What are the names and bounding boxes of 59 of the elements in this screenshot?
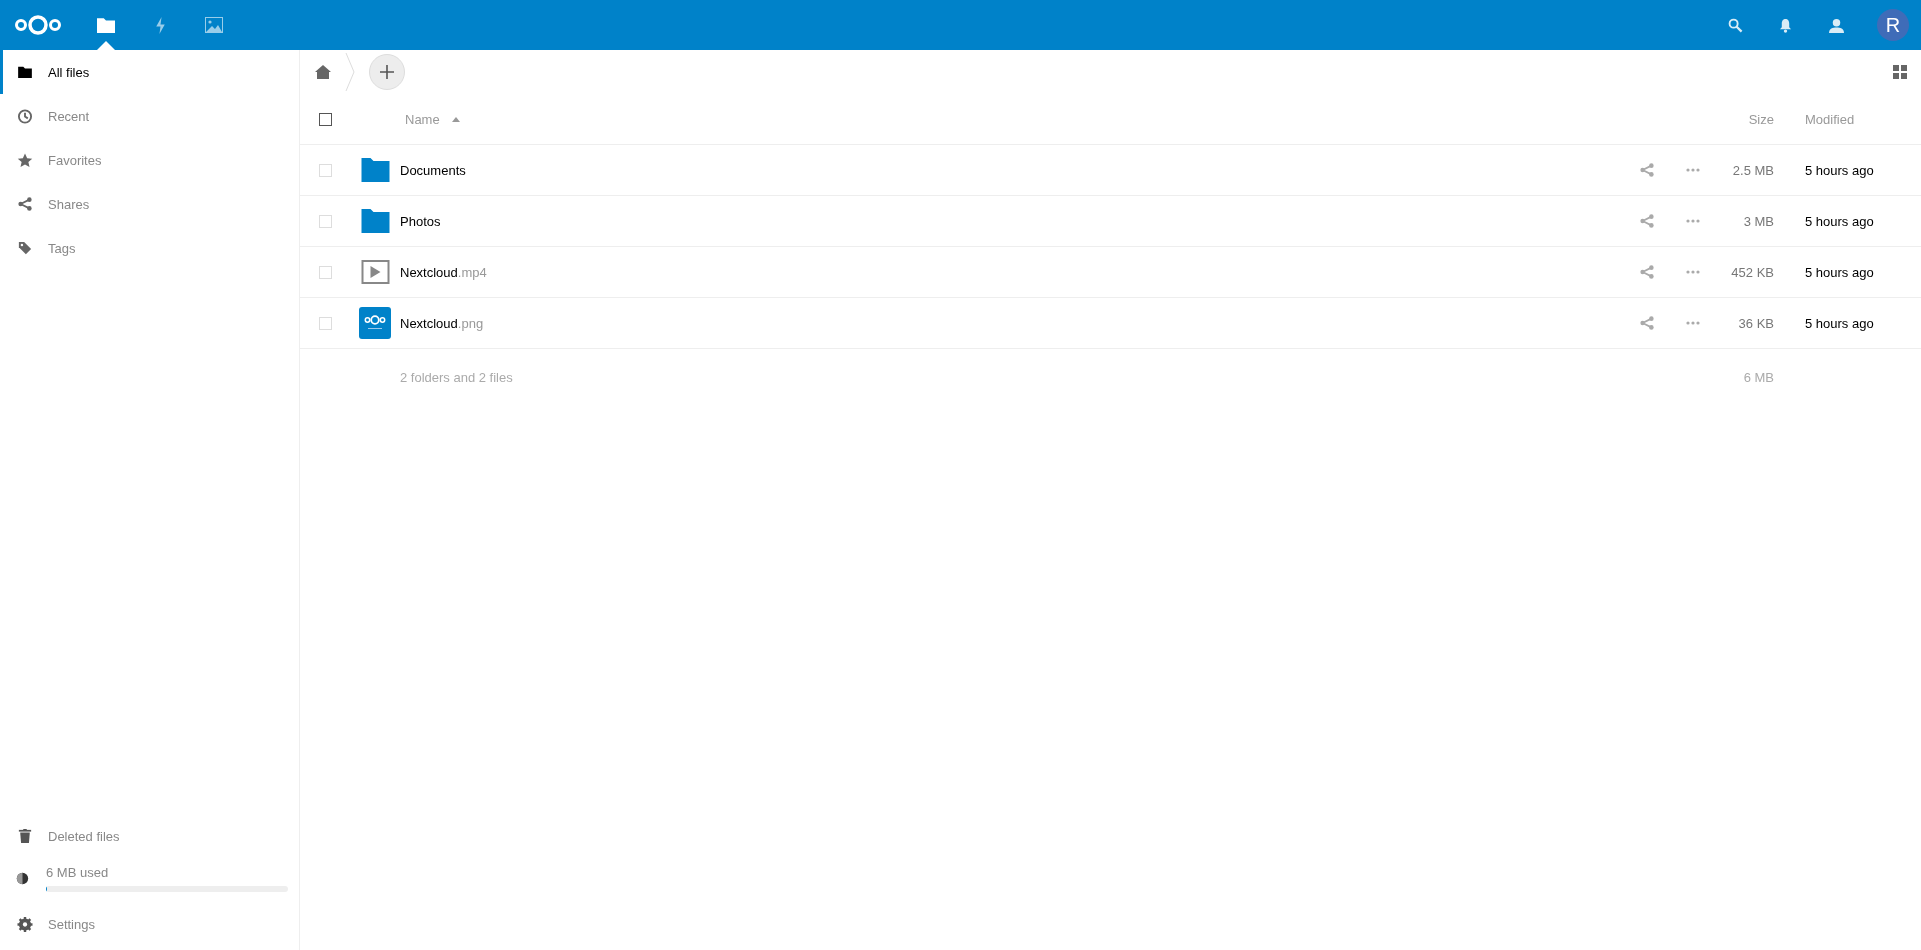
tag-icon[interactable]	[17, 241, 33, 255]
name-column-header[interactable]: Name	[405, 111, 440, 127]
share-icon[interactable]	[17, 197, 33, 211]
file-size: 452 KB	[1731, 264, 1774, 280]
image-thumbnail-icon	[359, 307, 391, 339]
file-name[interactable]: Nextcloud.png	[400, 315, 484, 331]
modified-time: 5 hours ago	[1805, 264, 1874, 280]
video-file-icon	[360, 260, 390, 284]
modified-time: 5 hours ago	[1805, 162, 1874, 178]
breadcrumb-separator-icon	[345, 52, 355, 92]
image-icon[interactable]	[205, 17, 223, 33]
folder-icon	[360, 209, 390, 233]
sort-ascending-icon	[451, 116, 460, 122]
more-options-icon[interactable]	[1686, 270, 1700, 274]
pie-chart-icon	[16, 871, 29, 885]
sidebar-item[interactable]: Favorites	[0, 138, 299, 182]
settings-icon[interactable]	[17, 916, 33, 932]
more-options-icon[interactable]	[1686, 168, 1700, 172]
modified-time: 5 hours ago	[1805, 213, 1874, 229]
home-icon[interactable]	[315, 65, 331, 79]
sidebar-item[interactable]: Recent	[0, 94, 299, 138]
total-size: 6 MB	[1743, 369, 1774, 385]
new-button[interactable]	[369, 54, 405, 90]
folder-icon	[360, 158, 390, 182]
user-avatar[interactable]: R	[1877, 9, 1909, 41]
search-icon[interactable]	[1728, 17, 1743, 33]
file-name[interactable]: Photos	[400, 213, 441, 229]
summary-text: 2 folders and 2 files	[400, 369, 513, 385]
size-column-header[interactable]: Size	[1748, 111, 1774, 127]
quota-text: 6 MB used	[46, 864, 110, 880]
logo-icon[interactable]	[13, 13, 63, 37]
modified-time: 5 hours ago	[1805, 315, 1874, 331]
contacts-icon[interactable]	[1828, 17, 1845, 33]
file-name[interactable]: Nextcloud.mp4	[400, 264, 487, 280]
sidebar-item[interactable]: Tags	[0, 226, 299, 270]
deleted-files-link[interactable]: Deleted files	[0, 814, 299, 858]
row-checkbox[interactable]	[318, 163, 332, 177]
settings-link[interactable]: Settings	[0, 902, 299, 946]
row-checkbox[interactable]	[318, 265, 332, 279]
clock-icon[interactable]	[17, 108, 33, 124]
plus-icon[interactable]	[380, 65, 394, 79]
row-checkbox[interactable]	[318, 316, 332, 330]
star-icon[interactable]	[17, 152, 33, 168]
trash-icon[interactable]	[17, 829, 33, 843]
bell-icon[interactable]	[1779, 17, 1792, 33]
file-name[interactable]: Documents	[400, 162, 466, 178]
sidebar-item[interactable]: Shares	[0, 182, 299, 226]
row-checkbox[interactable]	[318, 214, 332, 228]
more-options-icon[interactable]	[1686, 219, 1700, 223]
file-size: 36 KB	[1738, 315, 1774, 331]
file-size: 2.5 MB	[1732, 162, 1774, 178]
folder-icon[interactable]	[17, 66, 33, 78]
select-all-checkbox[interactable]	[318, 112, 332, 126]
more-options-icon[interactable]	[1686, 321, 1700, 325]
modified-column-header[interactable]: Modified	[1805, 111, 1855, 127]
file-size: 3 MB	[1743, 213, 1774, 229]
grid-view-icon[interactable]	[1893, 65, 1907, 79]
sidebar-item[interactable]: All files	[0, 50, 299, 94]
lightning-icon[interactable]	[154, 16, 166, 34]
